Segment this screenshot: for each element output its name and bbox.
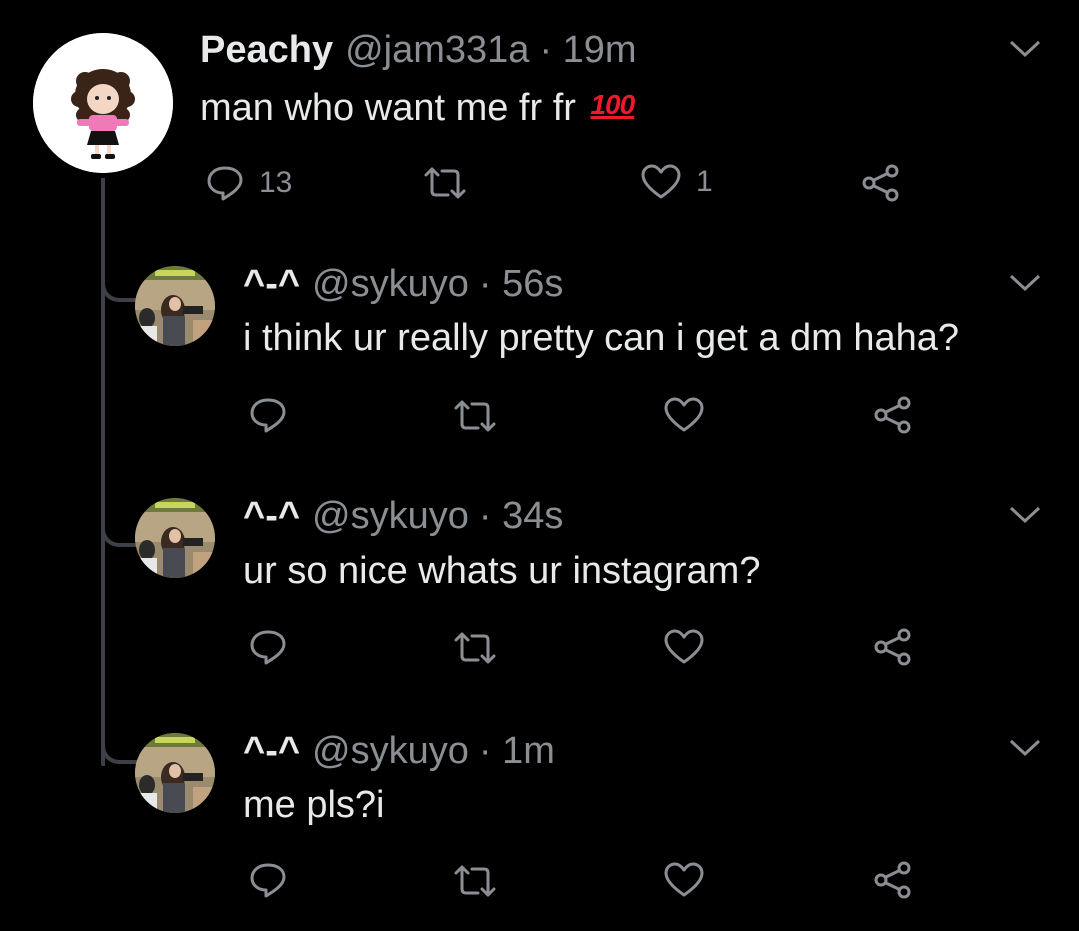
- share-icon: [874, 861, 911, 899]
- display-name[interactable]: Peachy: [200, 28, 333, 72]
- thread-line: [101, 178, 105, 766]
- handle[interactable]: @jam331a: [345, 28, 529, 72]
- hundred-points-emoji: 100: [590, 89, 635, 120]
- retweet-icon: [424, 167, 466, 199]
- like-button[interactable]: [663, 396, 705, 434]
- retweet-icon: [454, 400, 496, 432]
- avatar[interactable]: [135, 733, 215, 813]
- share-button[interactable]: [872, 395, 914, 435]
- tweet-text-content: man who want me fr fr: [200, 87, 576, 129]
- tweet-text: i think ur really pretty can i get a dm …: [243, 317, 960, 359]
- photo-avatar: [135, 498, 215, 578]
- heart-icon: [664, 397, 704, 432]
- like-button[interactable]: [663, 861, 705, 899]
- chevron-down-icon[interactable]: [1007, 737, 1043, 759]
- tweet-text: man who want me fr fr 100: [200, 83, 635, 130]
- reply-button[interactable]: [248, 395, 288, 435]
- retweet-button[interactable]: [452, 398, 498, 434]
- chevron-down-icon[interactable]: [1007, 504, 1043, 526]
- reply-button[interactable]: 13: [205, 163, 292, 203]
- photo-avatar: [135, 266, 215, 346]
- tweet-header: ^-^ @sykuyo · 1m: [243, 729, 555, 773]
- reply-button[interactable]: [248, 860, 288, 900]
- reply-button[interactable]: [248, 627, 288, 667]
- like-count: 1: [696, 165, 713, 198]
- share-icon: [862, 164, 899, 202]
- retweet-icon: [454, 632, 496, 664]
- tweet-header: ^-^ @sykuyo · 56s: [243, 262, 563, 306]
- like-button[interactable]: [663, 628, 705, 666]
- handle[interactable]: @sykuyo: [312, 494, 469, 538]
- handle[interactable]: @sykuyo: [312, 262, 469, 306]
- share-button[interactable]: [872, 860, 914, 900]
- timestamp[interactable]: · 1m: [479, 729, 555, 773]
- avatar[interactable]: [135, 266, 215, 346]
- display-name[interactable]: ^-^: [243, 729, 300, 773]
- thread-branch: [101, 742, 137, 764]
- retweet-button[interactable]: [422, 165, 468, 201]
- thread-branch: [101, 280, 137, 302]
- handle[interactable]: @sykuyo: [312, 729, 469, 773]
- heart-icon: [664, 862, 704, 897]
- share-button[interactable]: [872, 627, 914, 667]
- tweet-header: Peachy @jam331a · 19m: [200, 28, 637, 72]
- reply-icon: [250, 398, 286, 433]
- chevron-down-icon[interactable]: [1007, 272, 1043, 294]
- avatar[interactable]: [33, 33, 173, 173]
- share-icon: [874, 396, 911, 434]
- avatar[interactable]: [135, 498, 215, 578]
- share-icon: [874, 628, 911, 666]
- retweet-button[interactable]: [452, 863, 498, 899]
- cartoon-girl-avatar: [33, 33, 173, 173]
- timestamp[interactable]: · 19m: [539, 28, 636, 72]
- photo-avatar: [135, 733, 215, 813]
- heart-icon: [641, 164, 681, 199]
- share-button[interactable]: [860, 163, 902, 203]
- tweet-text: me pls?i: [243, 784, 385, 826]
- reply-count: 13: [259, 166, 293, 199]
- reply-icon: [250, 863, 286, 898]
- reply-icon: [207, 166, 243, 201]
- tweet-header: ^-^ @sykuyo · 34s: [243, 494, 563, 538]
- timestamp[interactable]: · 56s: [479, 262, 563, 306]
- display-name[interactable]: ^-^: [243, 494, 300, 538]
- reply-icon: [250, 630, 286, 665]
- display-name[interactable]: ^-^: [243, 262, 300, 306]
- thread-branch: [101, 525, 137, 547]
- retweet-button[interactable]: [452, 630, 498, 666]
- heart-icon: [664, 629, 704, 664]
- retweet-icon: [454, 865, 496, 897]
- chevron-down-icon[interactable]: [1007, 38, 1043, 60]
- tweet-text: ur so nice whats ur instagram?: [243, 550, 761, 592]
- like-button[interactable]: 1: [640, 163, 713, 201]
- timestamp[interactable]: · 34s: [479, 494, 563, 538]
